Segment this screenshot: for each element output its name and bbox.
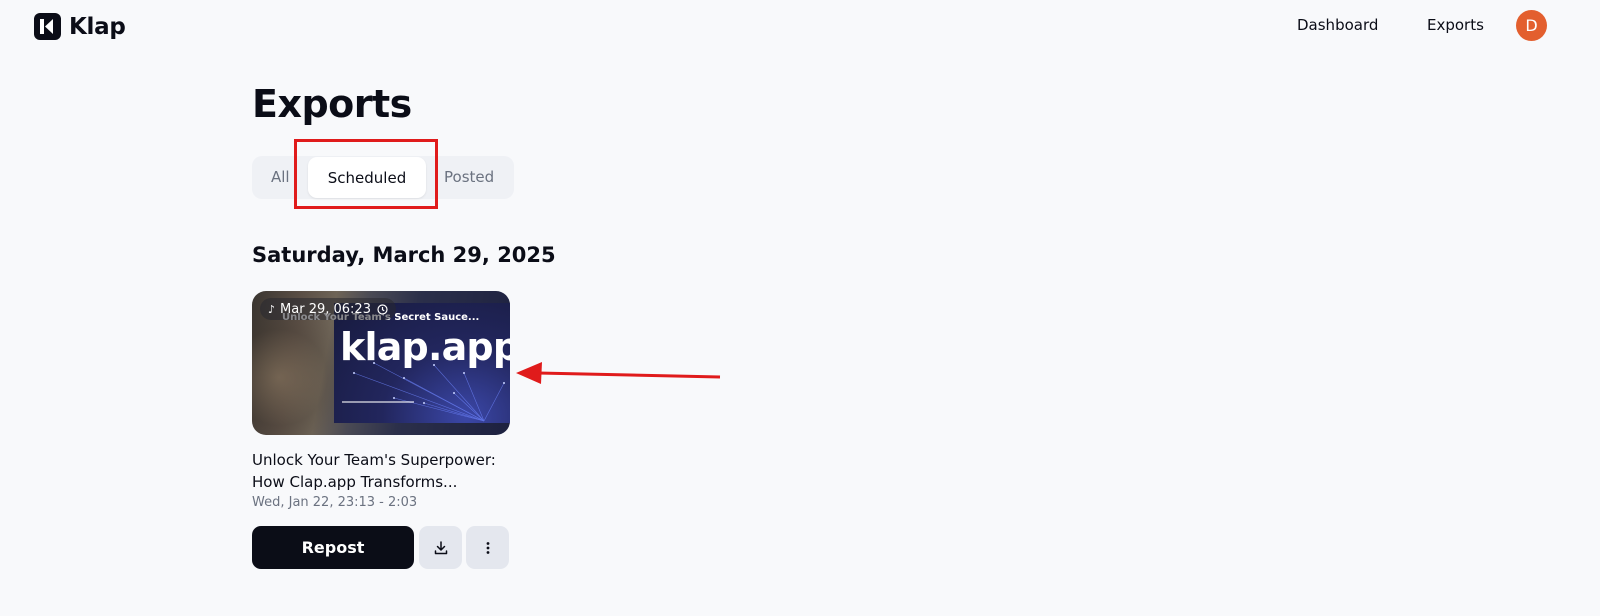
clock-icon [377,303,388,315]
klap-logo[interactable]: Klap [34,13,126,40]
tab-all[interactable]: All [271,168,290,186]
klap-logo-icon [34,13,61,40]
thumbnail-underline [342,401,414,403]
nav-dashboard-link[interactable]: Dashboard [1297,16,1378,34]
tab-posted[interactable]: Posted [444,168,494,186]
download-icon [434,540,447,554]
annotation-highlight-box [294,139,438,209]
more-options-button[interactable] [466,526,509,569]
app-name: Klap [69,13,126,40]
video-thumbnail[interactable]: Unlock Your Team's Secret Sauce... klap.… [252,291,510,435]
tiktok-icon: ♪ [268,302,276,316]
nav-exports-link[interactable]: Exports [1427,16,1484,34]
video-title: Unlock Your Team's Superpower: How Clap.… [252,451,496,491]
exports-page: Klap Dashboard Exports D Exports All Sch… [0,0,1600,616]
more-vertical-icon [486,541,489,554]
repost-button[interactable]: Repost [252,526,414,569]
annotation-arrow [516,362,721,384]
avatar[interactable]: D [1516,10,1547,41]
video-meta: Wed, Jan 22, 23:13 - 2:03 [252,495,418,510]
thumbnail-brand-text: klap.app [340,325,510,369]
page-title: Exports [252,82,412,126]
date-group-heading: Saturday, March 29, 2025 [252,243,556,267]
scheduled-time: Mar 29, 06:23 [280,301,371,317]
scheduled-time-chip: ♪ Mar 29, 06:23 [260,298,396,320]
download-button[interactable] [419,526,462,569]
